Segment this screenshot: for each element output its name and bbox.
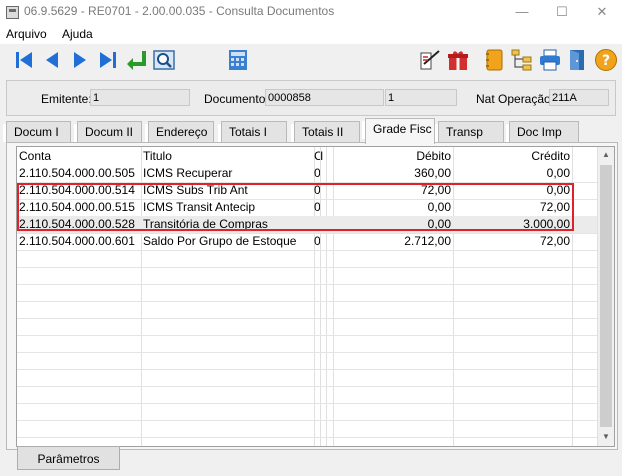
grid-row-line	[17, 318, 597, 319]
tree-icon[interactable]	[510, 48, 534, 72]
first-record-icon[interactable]	[12, 48, 36, 72]
help-icon[interactable]: ?	[594, 48, 618, 72]
scroll-up-arrow-icon[interactable]: ▲	[601, 150, 611, 160]
documento-field[interactable]: 0000858	[265, 89, 384, 106]
emitente-label: Emitente:	[41, 92, 92, 106]
header-panel: Emitente: 1 Documento: 0000858 1 Nat Ope…	[6, 80, 616, 116]
vertical-scrollbar[interactable]: ▲ ▼	[597, 147, 614, 446]
nat-operacao-field[interactable]: 211A	[549, 89, 609, 106]
scrollbar-thumb[interactable]	[600, 165, 612, 427]
tab-totais-ii[interactable]: Totais II	[291, 121, 360, 143]
notebook-icon[interactable]	[482, 48, 506, 72]
close-button[interactable]: ✕	[582, 0, 622, 24]
grid-row-line	[17, 437, 597, 438]
next-record-icon[interactable]	[68, 48, 92, 72]
menu-arquivo[interactable]: Arquivo	[6, 27, 47, 41]
grid-row-line	[17, 369, 597, 370]
grid-row-line	[17, 267, 597, 268]
emitente-field[interactable]: 1	[90, 89, 190, 106]
edit-document-icon[interactable]	[418, 48, 442, 72]
cell-titulo: Saldo Por Grupo de Estoque	[143, 234, 297, 248]
highlight-box	[17, 183, 574, 231]
tab-docum-ii[interactable]: Docum II	[74, 121, 142, 143]
grid-row-line	[17, 250, 597, 251]
tab-grade-fisc[interactable]: Grade Fisc	[362, 118, 435, 144]
tab-transp[interactable]: Transp	[435, 121, 504, 143]
exit-door-icon[interactable]	[566, 48, 590, 72]
help-glyph: ?	[602, 53, 610, 69]
column-header-debito[interactable]: Débito	[333, 148, 453, 165]
column-header-conta[interactable]: Conta	[17, 148, 141, 165]
previous-record-icon[interactable]	[40, 48, 64, 72]
calculator-icon[interactable]	[226, 48, 250, 72]
grid-row-line	[17, 420, 597, 421]
printer-icon[interactable]	[538, 48, 562, 72]
cell-conta: 2.110.504.000.00.505	[19, 166, 135, 180]
gift-box-icon[interactable]	[446, 48, 470, 72]
cell-c: 0	[314, 165, 320, 182]
documento-label: Documento:	[204, 92, 269, 106]
grid-row-line	[17, 403, 597, 404]
app-icon	[6, 6, 19, 19]
cell-c: 0	[314, 233, 320, 250]
last-record-icon[interactable]	[96, 48, 120, 72]
cell-credito: 72,00	[539, 234, 570, 248]
parametros-button[interactable]: Parâmetros	[17, 446, 120, 470]
menu-ajuda[interactable]: Ajuda	[62, 27, 93, 41]
serie-field[interactable]: 1	[385, 89, 457, 106]
window-title: 06.9.5629 - RE0701 - 2.00.00.035 - Consu…	[24, 4, 335, 18]
title-bar: 06.9.5629 - RE0701 - 2.00.00.035 - Consu…	[0, 0, 622, 24]
column-header-titulo[interactable]: Titulo	[141, 148, 314, 165]
zoom-icon[interactable]	[152, 48, 176, 72]
column-header-credito[interactable]: Crédito	[453, 148, 572, 165]
grid-row-line	[17, 335, 597, 336]
cell-credito: 0,00	[546, 166, 570, 180]
cell-conta: 2.110.504.000.00.601	[19, 234, 135, 248]
grid-row-line	[17, 284, 597, 285]
maximize-button[interactable]: ☐	[542, 0, 582, 24]
minimize-button[interactable]: —	[502, 0, 542, 24]
grid-row-line	[17, 352, 597, 353]
tab-docum-i[interactable]: Docum I	[3, 121, 71, 143]
tab-totais-i[interactable]: Totais I	[218, 121, 287, 143]
menu-bar: Arquivo Ajuda	[0, 24, 622, 44]
scroll-down-arrow-icon[interactable]: ▼	[601, 432, 611, 442]
cell-debito: 2.712,00	[404, 234, 451, 248]
grid-row-line	[17, 386, 597, 387]
column-header-i[interactable]: I	[320, 148, 326, 165]
tab-doc-imp[interactable]: Doc Imp	[506, 121, 579, 143]
tab-endereco[interactable]: Endereço	[145, 121, 214, 143]
cell-titulo: ICMS Recuperar	[143, 166, 233, 180]
toolbar: ?	[0, 44, 622, 78]
return-icon[interactable]	[124, 48, 148, 72]
grid-row-line	[17, 301, 597, 302]
cell-debito: 360,00	[414, 166, 451, 180]
nat-operacao-label: Nat Operação:	[476, 92, 555, 106]
